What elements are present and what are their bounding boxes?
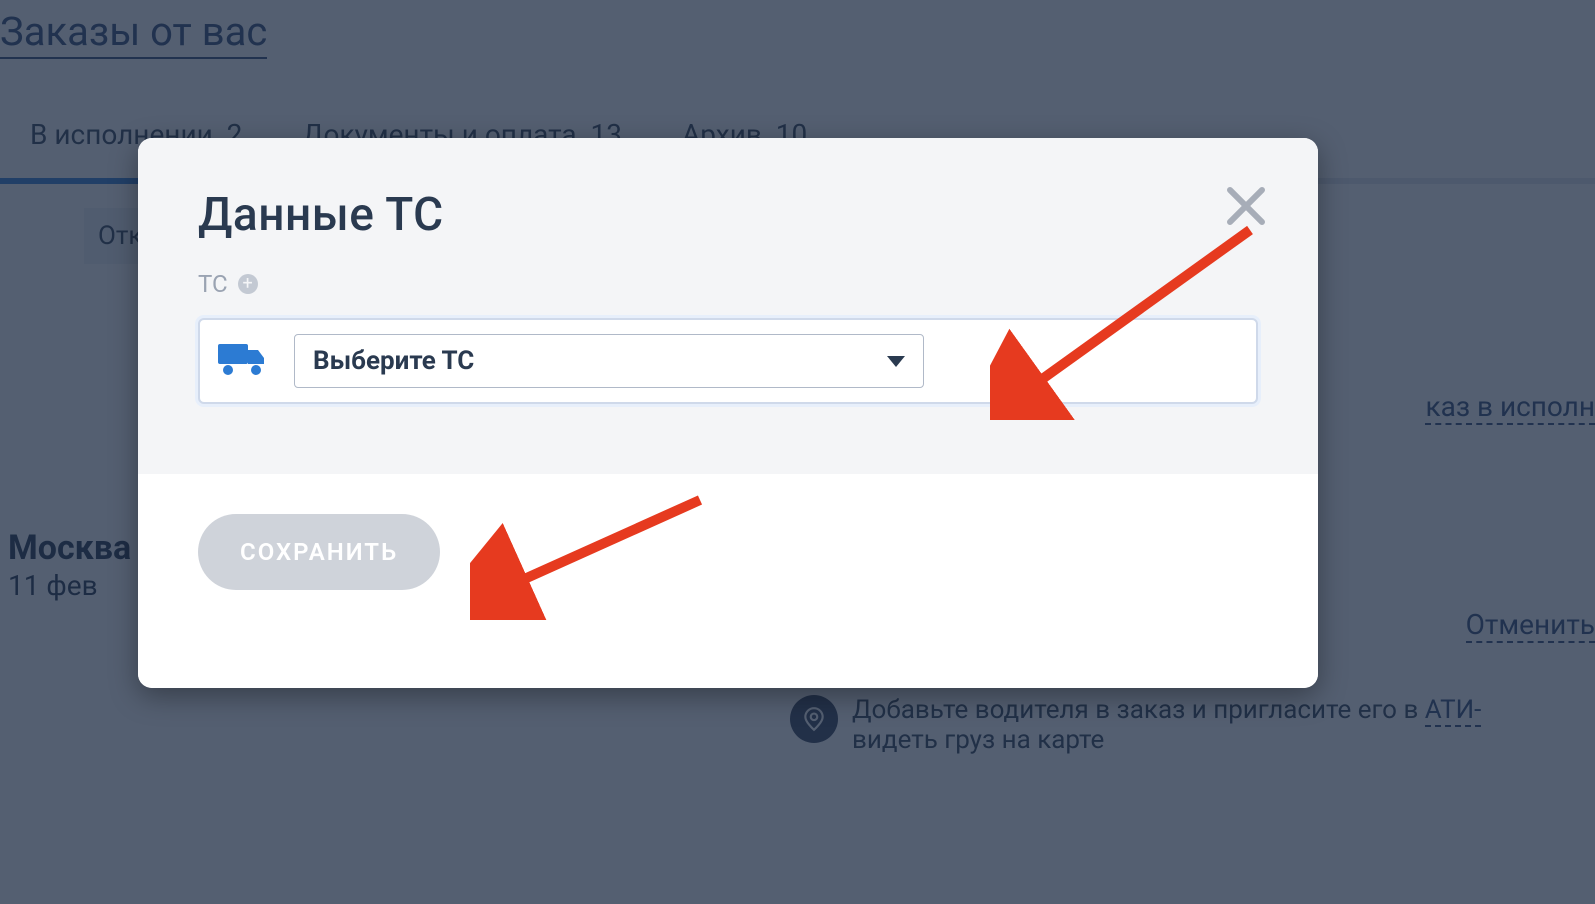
modal-upper: Данные ТС ТС + Выберите ТС [138,138,1318,474]
modal-title: Данные ТС [198,188,1258,242]
modal-lower: СОХРАНИТЬ [138,474,1318,688]
save-button-label: СОХРАНИТЬ [240,538,398,566]
close-icon[interactable] [1222,182,1270,230]
tc-field-label: ТС + [198,270,1258,298]
save-button[interactable]: СОХРАНИТЬ [198,514,440,590]
tc-select-placeholder: Выберите ТС [313,346,474,376]
plus-circle-icon[interactable]: + [238,274,258,294]
vehicle-data-modal: Данные ТС ТС + Выберите ТС [138,138,1318,688]
chevron-down-icon [887,356,905,367]
truck-icon [218,340,268,382]
tc-select[interactable]: Выберите ТС [294,334,924,388]
tc-label-text: ТС [198,270,228,298]
tc-select-container: Выберите ТС [198,318,1258,404]
